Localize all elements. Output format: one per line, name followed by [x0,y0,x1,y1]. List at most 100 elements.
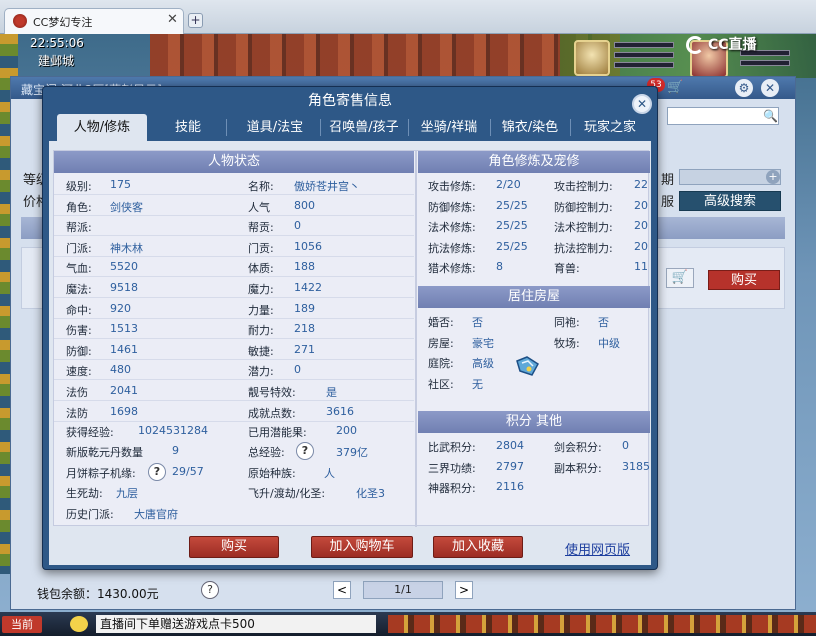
wallet-help-icon[interactable]: ? [201,581,219,599]
house-label: 房屋: [428,337,454,350]
score-label: 神器积分: [428,482,476,495]
game-shortcut-icons[interactable] [388,615,816,633]
modal-title: 角色寄售信息 [308,93,392,109]
row-divider [54,215,414,216]
stat-label: 法伤 [66,386,88,399]
browser-tab-strip: CC梦幻专注 ✕ + [0,0,816,34]
browser-tab[interactable]: CC梦幻专注 ✕ [4,8,184,34]
cultivation-label: 抗法修炼: [428,242,476,255]
row-divider [54,276,414,277]
mooncake-help-icon[interactable]: ? [148,463,166,481]
column-divider [415,151,417,527]
outer-search-input[interactable]: 🔍 [667,107,779,125]
emoji-icon[interactable] [70,616,88,632]
row-divider [54,400,414,401]
modal-content: 人物状态 角色修炼及宠修 居住房屋 积分 其他 级别: 175 角色: 剑侠客 帮派: 门… [49,141,651,565]
page-next-button[interactable]: > [455,581,473,599]
stat-label: 体质: [248,262,274,275]
chat-channel-button[interactable]: 当前 [2,616,42,633]
stat-label: 人气 [248,201,270,214]
house-label: 同袍: [554,316,580,329]
tab-mounts[interactable]: 坐骑/祥瑞 [409,114,489,141]
status-section-header: 人物状态 [54,151,414,173]
control-label: 防御控制力: [554,201,613,214]
outer-close-icon[interactable]: ✕ [761,79,779,97]
cultivation-value: 25/25 [496,199,528,212]
new-tab-button[interactable]: + [188,13,203,28]
tab-outfits[interactable]: 锦衣/染色 [491,114,569,141]
score-value: 2116 [496,480,524,493]
row-divider [54,256,414,257]
row-divider [54,359,414,360]
cultivation-section-header: 角色修炼及宠修 [418,151,650,173]
wallet-balance: 钱包余额：1430.00元 [37,587,159,601]
control-value: 11 [634,260,648,273]
web-version-link[interactable]: 使用网页版 [565,539,630,558]
shopping-cart-icon[interactable]: 🛒 [667,80,683,95]
listing-cart-icon[interactable]: 🛒 [666,268,694,288]
house-label: 牧场: [554,337,580,350]
stat-label: 法防 [66,407,88,420]
cultivation-label: 防御修炼: [428,201,476,214]
tab-items[interactable]: 道具/法宝 [231,114,319,141]
stat-value: 2041 [110,384,138,397]
stat-label: 名称: [248,180,274,193]
stat-value: 1698 [110,405,138,418]
stat-value: 218 [294,322,315,335]
add-to-cart-button[interactable]: 加入购物车 [311,536,413,558]
control-value: 20 [634,199,648,212]
pet-avatar[interactable] [574,40,610,76]
cultivation-value: 25/25 [496,219,528,232]
stat-value: 1056 [294,240,322,253]
add-to-favorites-button[interactable]: 加入收藏 [433,536,523,558]
row-divider [54,194,414,195]
stat-value: 3616 [326,405,354,418]
close-icon[interactable]: ✕ [632,94,652,114]
search-icon[interactable]: 🔍 [763,109,778,123]
stat-label: 力量: [248,304,274,317]
tab-close-icon[interactable]: ✕ [167,12,178,27]
house-label: 婚否: [428,316,454,329]
stat-label: 耐力: [248,324,274,337]
listing-buy-button[interactable]: 购买 [708,270,780,290]
stat-label: 帮派: [66,221,92,234]
potential-fruit-label: 已用潜能果: [248,426,307,439]
stat-value: 271 [294,343,315,356]
tab-title: CC梦幻专注 [33,16,93,29]
page-prev-button[interactable]: < [333,581,351,599]
stat-value: 175 [110,178,131,191]
race-label: 原始种族: [248,467,296,480]
tab-skills[interactable]: 技能 [153,114,223,141]
stat-value: 1461 [110,343,138,356]
stat-label: 门派: [66,242,92,255]
stat-label: 魔法: [66,283,92,296]
character-info-panel: 人物状态 角色修炼及宠修 居住房屋 积分 其他 级别: 175 角色: 剑侠客 帮派: 门… [53,150,650,527]
settings-gear-icon[interactable]: ⚙ [735,79,753,97]
house-section-header: 居住房屋 [418,286,650,308]
advanced-search-button[interactable]: 高级搜索 [679,191,781,211]
stat-value: 神木林 [110,242,143,255]
stat-value: 5520 [110,260,138,273]
history-sect-label: 历史门派: [66,508,114,521]
role-consignment-modal: 角色寄售信息 ✕ 人物/修炼 技能 道具/法宝 召唤兽/孩子 坐骑/祥瑞 锦衣/… [42,86,658,570]
filter-period-label: 期 [661,173,675,188]
filter-dropdown[interactable]: + [679,169,781,185]
tab-character[interactable]: 人物/修炼 [57,114,147,141]
chat-input[interactable]: 直播间下单赠送游戏点卡500 [96,615,376,633]
total-exp-label: 总经验: [248,446,285,459]
control-label: 法术控制力: [554,221,613,234]
stat-label: 帮贡: [248,221,274,234]
tab-summons[interactable]: 召唤兽/孩子 [321,114,407,141]
buy-button[interactable]: 购买 [189,536,279,558]
game-clock-panel: 22:55:06 建邺城 [18,34,98,74]
stat-value: 傲娇苍井宫丶 [294,180,360,193]
total-exp-help-icon[interactable]: ? [296,442,314,460]
history-sect-value: 大唐官府 [134,508,178,521]
tab-player-home[interactable]: 玩家之家 [571,114,649,141]
row-divider [54,318,414,319]
house-value: 无 [472,378,483,391]
plus-icon[interactable]: + [766,170,780,184]
stat-label: 气血: [66,262,92,275]
exp-label: 获得经验: [66,426,114,439]
stat-label: 防御: [66,345,92,358]
